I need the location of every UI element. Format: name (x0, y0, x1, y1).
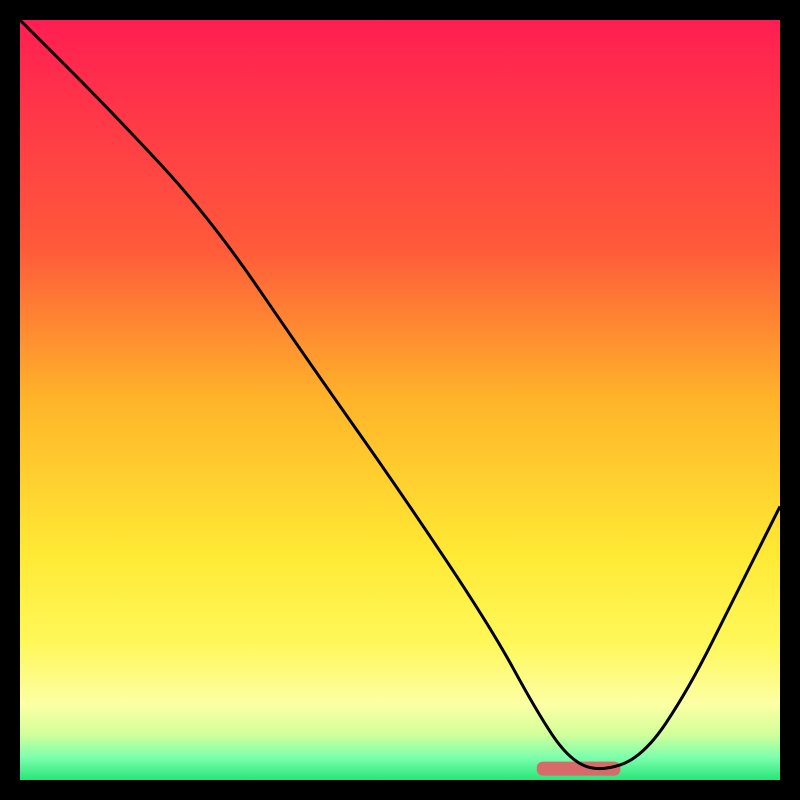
chart-frame: TheBottleneck.com (20, 20, 780, 780)
bottleneck-chart (20, 20, 780, 780)
